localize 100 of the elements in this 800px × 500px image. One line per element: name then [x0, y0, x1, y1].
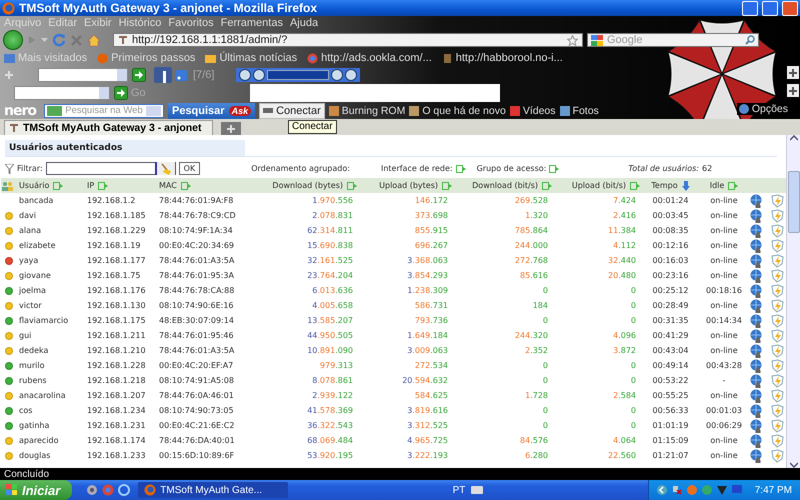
scroll-down-icon[interactable]	[790, 462, 798, 468]
site-icon	[118, 35, 128, 45]
shield-bolt-icon[interactable]	[771, 298, 784, 312]
menu-item[interactable]: Favoritos	[168, 17, 214, 29]
new-tab-button[interactable]	[220, 122, 241, 135]
connect-button[interactable]: Conectar	[259, 102, 325, 118]
shield-bolt-icon[interactable]	[771, 254, 784, 268]
table-cell-text: on-line	[709, 436, 739, 445]
bookmark-link[interactable]: http://habborool.no-i...	[456, 52, 563, 64]
section-heading: Usuários autenticados	[5, 140, 245, 156]
export-icon[interactable]	[630, 182, 640, 190]
sort-down-icon[interactable]	[682, 180, 690, 190]
shield-bolt-icon[interactable]	[771, 284, 784, 298]
table-cell-text: flaviamarcio	[19, 316, 70, 325]
export-icon[interactable]	[456, 164, 466, 172]
address-field[interactable]: http://192.168.1.1:1881/admin/?	[113, 33, 583, 47]
media-player-bar[interactable]	[236, 68, 360, 82]
scroll-up-icon[interactable]	[790, 135, 798, 141]
go-arrow-icon[interactable]	[132, 68, 146, 82]
bookmark-link[interactable]: Primeiros passos	[111, 52, 196, 64]
options-button[interactable]: Opções	[736, 103, 790, 115]
table-cell-text: 00:16:03	[652, 256, 690, 265]
toolbar-link[interactable]: Fotos	[560, 104, 599, 116]
maximize-button[interactable]	[762, 0, 778, 16]
back-button[interactable]	[3, 30, 23, 50]
shield-bolt-icon[interactable]	[771, 448, 784, 462]
close-button[interactable]	[782, 0, 798, 16]
search-button[interactable]: Pesquisar Ask	[168, 102, 256, 118]
shield-bolt-icon[interactable]	[771, 358, 784, 372]
table-cell-text: 11.384	[607, 226, 637, 235]
table-cell-text: on-line	[709, 256, 739, 265]
export-icon[interactable]	[442, 182, 452, 190]
export-icon[interactable]	[53, 182, 64, 190]
scrollbar[interactable]	[786, 135, 800, 468]
column-header[interactable]: MAC	[159, 181, 177, 190]
table-cell-text: 00:06:29	[705, 421, 743, 430]
bookmark-link[interactable]: http://ads.ookla.com/...	[321, 52, 432, 64]
column-header[interactable]: IP	[87, 181, 94, 190]
tooltip: Conectar	[288, 120, 337, 134]
app-icon[interactable]	[154, 67, 172, 83]
table-cell-text: giovane	[19, 271, 52, 280]
home-icon[interactable]	[87, 34, 101, 46]
export-icon[interactable]	[728, 182, 738, 190]
table-cell-text: 78:44:76:01:95:46	[159, 331, 235, 340]
shield-bolt-icon[interactable]	[771, 388, 784, 402]
browser-tab[interactable]: TMSoft MyAuth Gateway 3 - anjonet	[4, 120, 213, 135]
shield-bolt-icon[interactable]	[771, 328, 784, 342]
dropdown-field[interactable]	[14, 86, 110, 100]
go-arrow-icon[interactable]	[114, 86, 128, 100]
shield-bolt-icon[interactable]	[771, 194, 784, 208]
menu-item[interactable]: Ajuda	[290, 17, 318, 29]
toolbar-link[interactable]: Burning ROM	[328, 104, 406, 116]
shield-bolt-icon[interactable]	[771, 418, 784, 432]
shield-bolt-icon[interactable]	[771, 268, 784, 282]
table-cell-text: 00:15:6D:10:89:6F	[159, 451, 236, 460]
toolbar-link[interactable]: Vídeos	[510, 104, 556, 116]
page-icon	[442, 52, 453, 64]
shield-bolt-icon[interactable]	[771, 224, 784, 238]
table-cell-text: 32.440	[607, 256, 637, 265]
minimize-button[interactable]	[742, 0, 758, 16]
search-icon[interactable]	[745, 35, 755, 45]
dropdown-caret-icon[interactable]	[41, 37, 48, 43]
shield-bolt-icon[interactable]	[771, 344, 784, 358]
plus-icon[interactable]	[226, 124, 236, 134]
bookmark-link[interactable]: Últimas notícias	[219, 52, 298, 64]
table-cell-text: 78:44:76:01:A3:5A	[159, 346, 236, 355]
star-icon[interactable]	[567, 34, 578, 46]
taskbar-button[interactable]: TMSoft MyAuth Gate...	[138, 482, 288, 498]
export-icon[interactable]	[180, 182, 191, 190]
add-icon[interactable]	[788, 68, 798, 78]
export-icon[interactable]	[542, 182, 552, 190]
dropdown-field[interactable]	[38, 68, 128, 82]
table-cell-text: joelma	[19, 286, 47, 295]
shield-bolt-icon[interactable]	[771, 374, 784, 388]
language-indicator[interactable]: PT	[452, 484, 466, 496]
shield-bolt-icon[interactable]	[771, 238, 784, 252]
group-label: Grupo de acesso:	[476, 164, 546, 173]
table-cell-text: 00:E0:4C:21:6E:C2	[159, 421, 236, 430]
table-cell-text: 1.649.184	[406, 331, 449, 340]
shield-bolt-icon[interactable]	[771, 208, 784, 222]
network-icon[interactable]	[672, 485, 682, 495]
table-cell-text: 85.616	[519, 271, 549, 280]
menu-item[interactable]: Ferramentas	[220, 17, 283, 29]
add-icon[interactable]	[788, 86, 798, 96]
column-header[interactable]: Idle	[710, 181, 724, 190]
keyboard-icon[interactable]	[471, 486, 484, 494]
ok-button[interactable]: OK	[178, 162, 200, 175]
broom-icon[interactable]	[160, 162, 172, 174]
scrollbar-thumb[interactable]	[788, 170, 800, 232]
shield-bolt-icon[interactable]	[771, 404, 784, 418]
export-icon[interactable]	[549, 164, 560, 172]
table-cell-text: 78:44:76:78:C9:CD	[159, 211, 237, 220]
filter-field[interactable]	[46, 162, 176, 175]
table-cell-text: 3.872	[612, 346, 637, 355]
shield-bolt-icon[interactable]	[771, 434, 784, 448]
shield-bolt-icon[interactable]	[771, 314, 784, 328]
export-icon[interactable]	[347, 182, 357, 190]
export-icon[interactable]	[98, 182, 108, 190]
toolbar-link[interactable]: O que há de novo	[409, 104, 506, 116]
table-cell-text: 0	[630, 361, 637, 370]
